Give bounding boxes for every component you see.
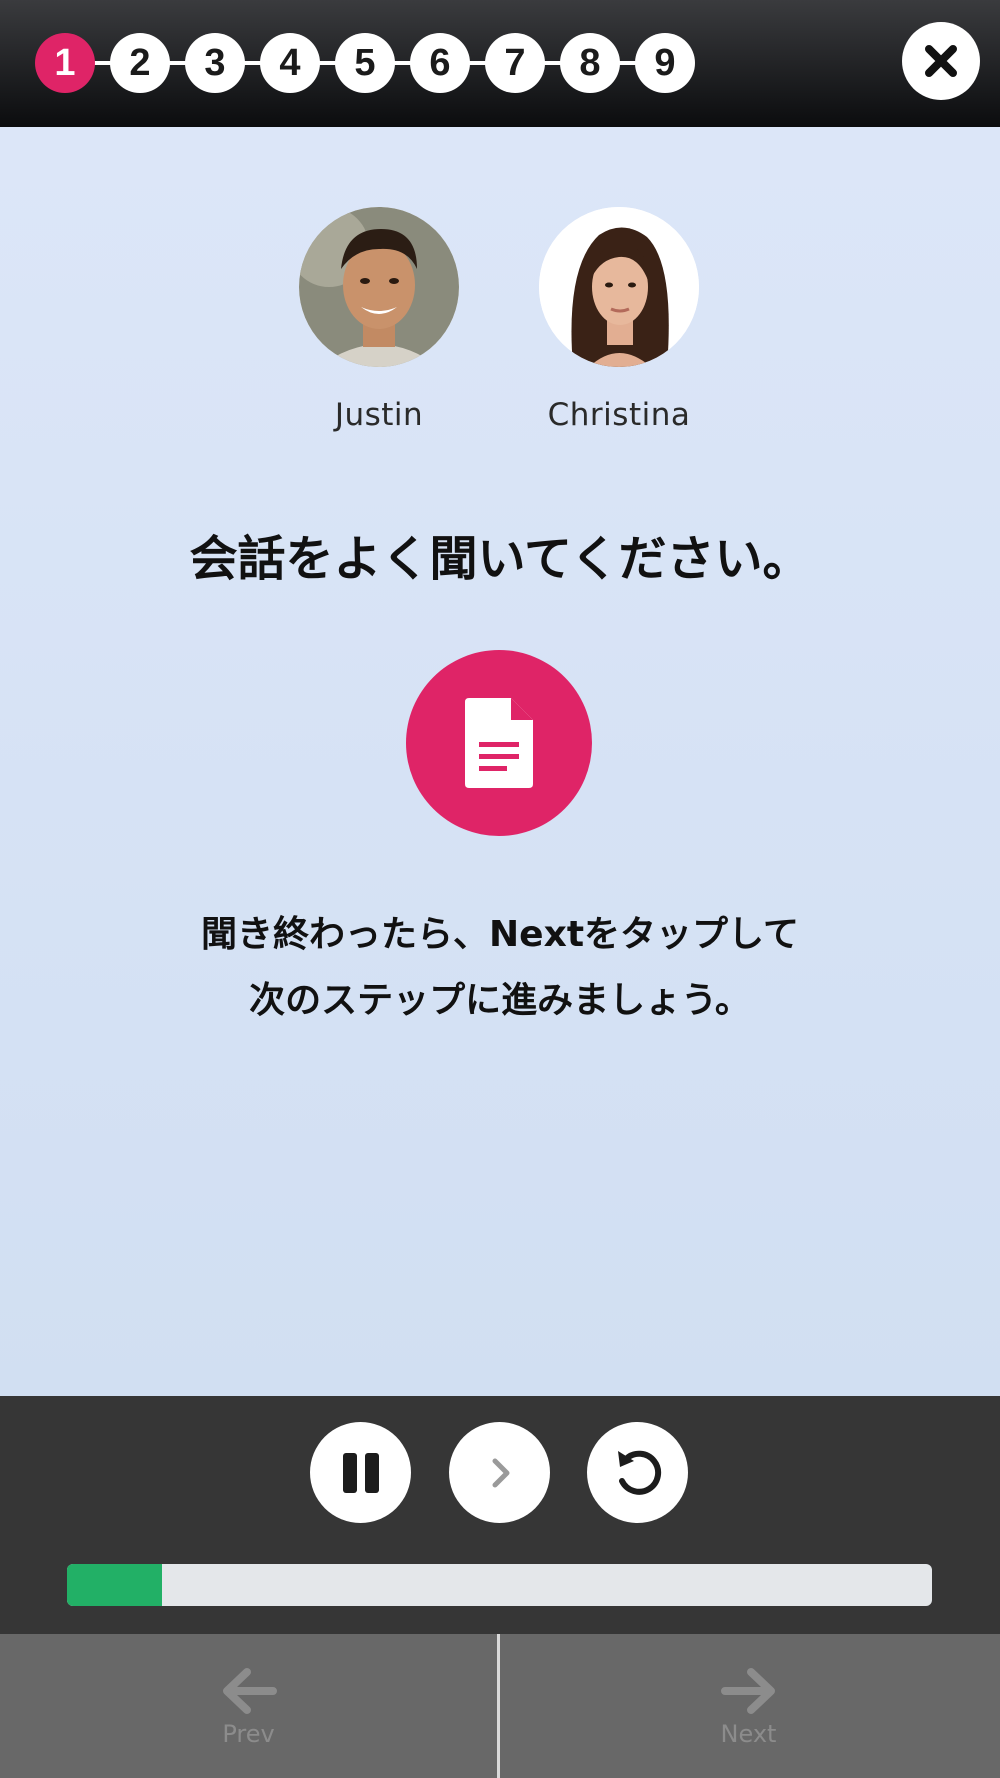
step-indicator: 1 2 3 4 5 6 7 8 9	[35, 33, 695, 93]
transcript-button[interactable]	[406, 650, 592, 836]
prev-button[interactable]: Prev	[0, 1634, 497, 1778]
step-7[interactable]: 7	[485, 33, 545, 93]
bottom-navigation: Prev Next	[0, 1634, 1000, 1778]
step-9[interactable]: 9	[635, 33, 695, 93]
step-1[interactable]: 1	[35, 33, 95, 93]
hint-line-1: 聞き終わったら、Nextをタップして	[201, 914, 799, 955]
close-icon	[925, 45, 957, 77]
audio-player	[0, 1396, 1000, 1634]
step-6[interactable]: 6	[410, 33, 470, 93]
step-5[interactable]: 5	[335, 33, 395, 93]
replay-button[interactable]	[587, 1422, 688, 1523]
prev-label: Prev	[222, 1720, 275, 1748]
audio-progress-bar[interactable]	[67, 1564, 932, 1606]
arrow-right-icon	[720, 1668, 775, 1714]
speaker-name: Christina	[547, 397, 691, 433]
chevron-right-icon	[492, 1458, 509, 1487]
audio-progress-fill	[67, 1564, 163, 1606]
pause-button[interactable]	[310, 1422, 411, 1523]
next-button[interactable]: Next	[500, 1634, 997, 1778]
step-2[interactable]: 2	[110, 33, 170, 93]
female-avatar	[539, 207, 699, 367]
document-icon	[465, 698, 533, 788]
arrow-left-icon	[222, 1668, 277, 1714]
speaker-justin: Justin	[279, 207, 479, 433]
step-4[interactable]: 4	[260, 33, 320, 93]
next-step-hint: 聞き終わったら、Nextをタップして 次のステップに進みましょう。	[0, 902, 1000, 1034]
next-label: Next	[720, 1720, 777, 1748]
hint-line-2: 次のステップに進みましょう。	[249, 980, 751, 1021]
replay-icon	[617, 1450, 661, 1495]
pause-icon	[342, 1452, 379, 1493]
top-bar: 1 2 3 4 5 6 7 8 9	[0, 0, 1000, 127]
play-button[interactable]	[449, 1422, 550, 1523]
male-avatar	[299, 207, 459, 367]
instruction-title: 会話をよく聞いてください。	[189, 531, 811, 587]
speaker-name: Justin	[334, 397, 424, 433]
speaker-christina: Christina	[519, 207, 719, 433]
step-3[interactable]: 3	[185, 33, 245, 93]
close-button[interactable]	[902, 22, 980, 100]
lesson-content: Justin Christina 会話をよく聞いてください。 聞き終わったら、N…	[0, 127, 1000, 1396]
step-8[interactable]: 8	[560, 33, 620, 93]
